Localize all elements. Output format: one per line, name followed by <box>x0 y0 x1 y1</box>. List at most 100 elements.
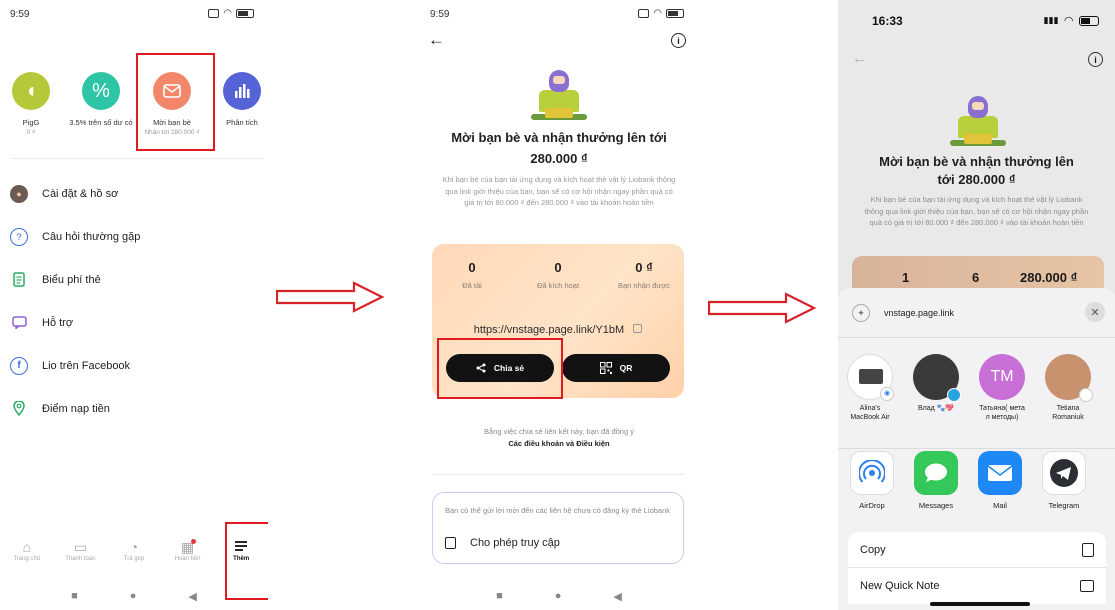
home-circle-icon[interactable]: ● <box>130 590 137 602</box>
app-label: Messages <box>918 501 954 510</box>
laptop-icon <box>859 369 883 384</box>
recent-apps-icon[interactable]: ■ <box>496 590 503 602</box>
wifi-icon: ◠ <box>223 8 232 19</box>
new-quick-note-action[interactable]: New Quick Note <box>848 568 1106 604</box>
status-icons: ▮▮▮ ◠ <box>1044 14 1099 27</box>
more-menu-list: ● Cài đặt & hồ sơ ? Câu hỏi thường gặp B… <box>0 172 268 430</box>
share-target-airdrop-device[interactable]: ◉ Alina's MacBook Air <box>838 354 902 422</box>
referral-link: https://vnstage.page.link/Y1bM <box>473 324 625 336</box>
tab-home[interactable]: ⌂ Trang chủ <box>0 538 54 574</box>
quick-action-pigg[interactable]: ◖ PigG 0 ₫ <box>0 72 66 136</box>
copy-icon[interactable] <box>633 324 643 333</box>
wifi-icon: ◠ <box>653 8 662 19</box>
quick-actions: ◖ PigG 0 ₫ % 3.5% trên số dư có Mời bạn … <box>0 72 268 152</box>
share-app-mail[interactable]: Mail <box>968 451 1032 510</box>
chat-icon <box>10 314 28 332</box>
menu-item-card-fees[interactable]: Biểu phí thẻ <box>0 258 268 301</box>
back-triangle-icon[interactable]: ◀ <box>613 590 621 603</box>
qr-button[interactable]: QR <box>562 354 670 382</box>
share-app-messages[interactable]: Messages <box>904 451 968 510</box>
share-target-contact[interactable]: Влад 🐾💖 <box>904 354 968 413</box>
divider <box>432 474 684 475</box>
info-icon[interactable]: i <box>671 33 686 48</box>
tab-payment[interactable]: ▭ Thanh toán <box>54 538 108 574</box>
close-icon[interactable]: ✕ <box>1085 302 1105 322</box>
info-icon[interactable]: i <box>1088 52 1103 67</box>
share-url: vnstage.page.link <box>884 308 955 318</box>
status-time: 9:59 <box>430 9 450 20</box>
phone-screen-ios-share-sheet: 16:33 ▮▮▮ ◠ ← i Mời bạn bè và nhận thưởn… <box>838 0 1115 610</box>
action-label: Copy <box>860 543 886 556</box>
share-sheet: ✦ vnstage.page.link ✕ ◉ Alina's MacBook … <box>838 288 1115 610</box>
quick-action-interest[interactable]: % 3.5% trên số dư có <box>66 72 136 127</box>
allow-access-button[interactable]: Cho phép truy cập <box>445 537 560 549</box>
terms-link[interactable]: Các điều khoản và Điều kiện <box>508 439 609 448</box>
slack-badge-icon <box>1079 388 1093 402</box>
menu-item-faq[interactable]: ? Câu hỏi thường gặp <box>0 215 268 258</box>
page-title: Mời bạn bè và nhận thưởng lên tới <box>451 130 667 145</box>
person-name: Влад 🐾💖 <box>917 405 955 412</box>
android-nav-bar: ■ ● ◀ <box>420 586 698 606</box>
menu-item-label: Câu hỏi thường gặp <box>42 230 141 243</box>
tab-label: Thanh toán <box>65 556 96 562</box>
person-name-line2: MacBook Air <box>850 414 890 422</box>
stat-value: 280.000 ₫ <box>1020 270 1078 285</box>
telegram-icon <box>1042 451 1086 495</box>
contact-avatar <box>913 354 961 402</box>
home-circle-icon[interactable]: ● <box>555 590 562 602</box>
share-app-airdrop[interactable]: AirDrop <box>840 451 904 510</box>
top-bar: ← i <box>420 30 698 54</box>
stat-value: 0 <box>468 260 476 275</box>
tab-installment[interactable]: ◔ Trả góp <box>107 538 161 574</box>
referral-link-row[interactable]: https://vnstage.page.link/Y1bM <box>432 324 684 336</box>
messages-icon <box>914 451 958 495</box>
telegram-badge-icon <box>947 388 961 402</box>
status-time: 16:33 <box>872 14 903 28</box>
menu-item-label: Lio trên Facebook <box>42 359 131 372</box>
share-target-contact[interactable]: TM Татьяна( мета л методы) <box>970 354 1034 422</box>
stat-activated: 0 Đã kích hoạt <box>518 260 598 290</box>
person-name: Alina's <box>859 405 881 412</box>
quick-action-sub: 0 ₫ <box>26 129 36 136</box>
menu-item-support[interactable]: Hỗ trợ <box>0 301 268 344</box>
status-time: 9:59 <box>10 9 30 20</box>
gift-icon: ▦ <box>180 539 196 555</box>
quick-action-label: Phân tích <box>226 118 258 127</box>
copy-action[interactable]: Copy <box>848 532 1106 568</box>
menu-item-facebook[interactable]: f Lio trên Facebook <box>0 344 268 387</box>
tab-cashback[interactable]: ▦ Hoàn tiền <box>161 538 215 574</box>
stat-label: Bạn nhận được <box>617 281 671 290</box>
qr-button-label: QR <box>619 363 633 373</box>
location-icon <box>10 400 28 418</box>
home-icon: ⌂ <box>22 539 32 555</box>
quick-note-icon <box>1080 580 1094 592</box>
stat-value: 1 <box>902 270 910 285</box>
status-bar: 16:33 ▮▮▮ ◠ <box>838 14 1115 34</box>
permission-text: Bạn có thể gửi lời mời đến các liên hệ c… <box>445 506 671 515</box>
sim-icon <box>208 9 220 18</box>
highlight-box <box>136 53 215 151</box>
document-icon <box>10 271 28 289</box>
menu-item-label: Hỗ trợ <box>42 316 74 329</box>
share-apps-row: AirDrop Messages Mail Telegram <box>838 448 1115 518</box>
status-icons: ◠ <box>208 8 254 19</box>
recent-apps-icon[interactable]: ■ <box>71 590 78 602</box>
mascot-illustration <box>531 70 587 122</box>
back-triangle-icon[interactable]: ◀ <box>188 590 196 603</box>
airdrop-badge-icon: ◉ <box>880 387 894 401</box>
qr-code-icon <box>599 362 612 374</box>
stat-value: 0 <box>554 260 562 275</box>
menu-item-settings[interactable]: ● Cài đặt & hồ sơ <box>0 172 268 215</box>
android-nav-bar: ■ ● ◀ <box>0 586 268 606</box>
stat-value: 6 <box>972 270 980 285</box>
share-target-contact[interactable]: Tetiana Romaniuk <box>1036 354 1100 422</box>
back-arrow-icon[interactable]: ← <box>852 50 867 67</box>
menu-item-topup-points[interactable]: Điểm nạp tiền <box>0 387 268 430</box>
flow-arrow <box>276 281 384 313</box>
airdrop-icon <box>850 451 894 495</box>
back-arrow-icon[interactable]: ← <box>428 30 445 50</box>
share-app-telegram[interactable]: Telegram <box>1032 451 1096 510</box>
contacts-book-icon <box>445 537 456 549</box>
percent-icon: % <box>82 72 120 110</box>
quick-action-analytics[interactable]: Phân tích <box>207 72 268 127</box>
